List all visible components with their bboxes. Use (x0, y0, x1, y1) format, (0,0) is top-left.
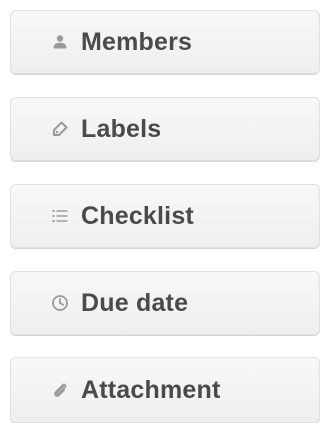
labels-label: Labels (81, 114, 162, 143)
checklist-icon (49, 205, 71, 227)
members-button[interactable]: Members (10, 10, 320, 74)
checklist-button[interactable]: Checklist (10, 184, 320, 248)
clock-icon (49, 292, 71, 314)
due-date-label: Due date (81, 288, 189, 317)
tag-icon (49, 118, 71, 140)
labels-button[interactable]: Labels (10, 97, 320, 161)
attachment-label: Attachment (81, 375, 221, 404)
members-label: Members (81, 27, 193, 56)
attachment-button[interactable]: Attachment (10, 357, 320, 423)
person-icon (49, 31, 71, 53)
checklist-label: Checklist (81, 201, 194, 230)
due-date-button[interactable]: Due date (10, 271, 320, 335)
paperclip-icon (49, 379, 71, 401)
card-actions-panel: Members Labels Checklist Due date Attach… (0, 0, 336, 423)
